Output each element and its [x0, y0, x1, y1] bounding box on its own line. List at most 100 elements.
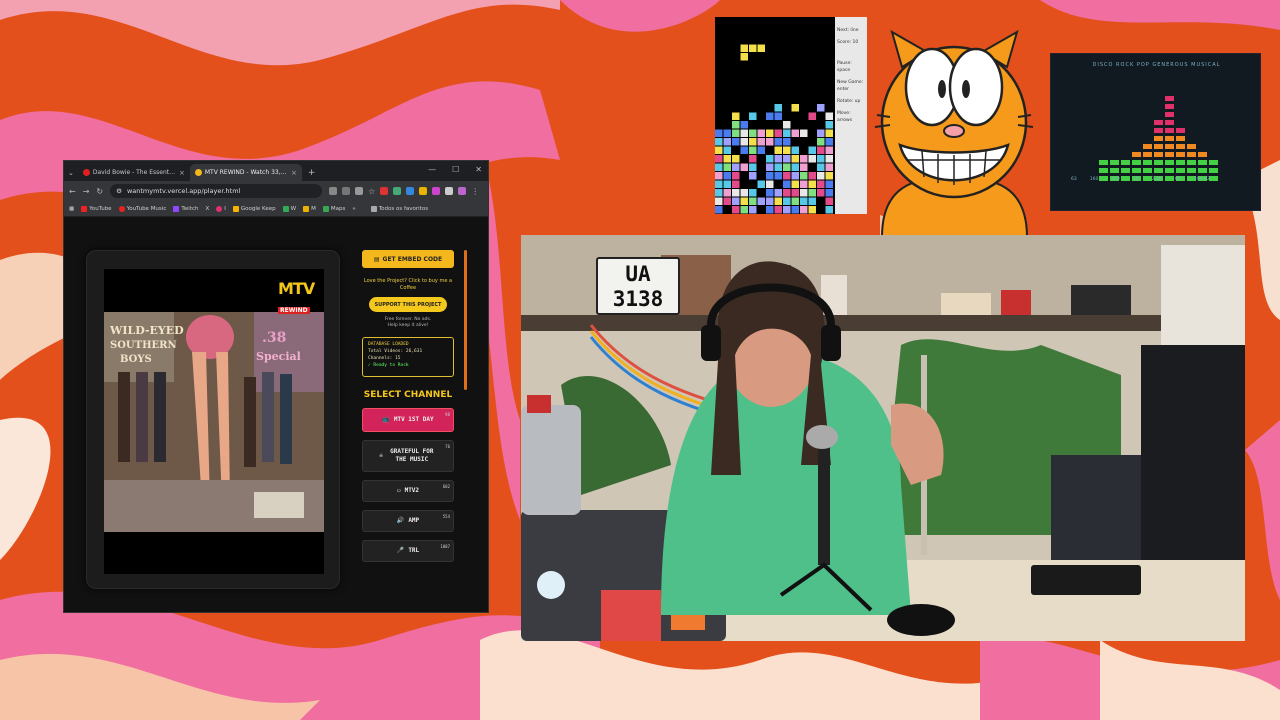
equalizer-segment — [1143, 168, 1152, 173]
bookmark-star-icon[interactable]: ☆ — [368, 187, 375, 196]
tetris-block — [817, 138, 825, 146]
video-frame-album-art: WILD-EYED SOUTHERN BOYS .38 Special — [104, 312, 324, 532]
tetris-block — [740, 189, 748, 197]
tab-search-icon[interactable]: ⌄ — [68, 169, 74, 177]
cast-icon[interactable] — [329, 187, 338, 195]
tetris-widget: Next: line Score: 10 Pause: space New Ga… — [715, 17, 867, 214]
equalizer-segment — [1154, 152, 1163, 157]
tab-mtv-rewind[interactable]: MTV REWIND - Watch 33,... × — [189, 164, 302, 181]
equalizer-segment — [1176, 128, 1185, 133]
address-toolbar: ← → ↻ ⚙ wantmymtv.vercel.app/player.html… — [64, 181, 488, 201]
tetris-board[interactable] — [715, 17, 835, 214]
bookmark-twitch[interactable]: Twitch — [173, 205, 199, 212]
get-embed-code-button[interactable]: ▤ GET EMBED CODE — [362, 250, 454, 268]
close-tab-icon[interactable]: × — [179, 169, 185, 177]
select-channel-heading: SELECT CHANNEL — [363, 390, 453, 400]
new-tab-button[interactable]: + — [308, 168, 316, 178]
equalizer-segment — [1165, 144, 1174, 149]
tetris-block — [715, 146, 723, 154]
tv-icon: 📺 — [382, 416, 390, 423]
minimize-icon[interactable]: — — [428, 165, 436, 174]
equalizer-segment — [1132, 168, 1141, 173]
tetris-block — [715, 138, 723, 146]
tetris-next: Next: line — [837, 28, 859, 33]
tetris-block — [825, 206, 833, 214]
db-total-videos: Total Videos: 26,631 — [368, 349, 423, 354]
tetris-block — [749, 206, 757, 214]
forward-icon[interactable]: → — [83, 187, 90, 196]
embed-button-label: GET EMBED CODE — [382, 255, 443, 263]
more-bookmarks-icon[interactable]: » — [352, 206, 355, 212]
tetris-block — [791, 180, 799, 188]
profile-avatar-icon[interactable] — [458, 187, 467, 195]
tetris-block — [732, 197, 740, 205]
equalizer-segment — [1132, 160, 1141, 165]
tetris-block — [825, 129, 833, 137]
bookmark-w[interactable]: W — [282, 205, 296, 212]
zoom-icon[interactable] — [342, 187, 351, 195]
bookmark-google-keep[interactable]: Google Keep — [232, 205, 276, 212]
bookmark-instagram[interactable]: I — [216, 205, 226, 212]
falling-piece-block — [740, 53, 748, 61]
address-bar[interactable]: ⚙ wantmymtv.vercel.app/player.html — [110, 184, 323, 198]
video-player[interactable]: WILD-EYED SOUTHERN BOYS .38 Special MTV … — [104, 269, 324, 574]
tab-david-bowie[interactable]: David Bowie - The Essential Tr... × — [78, 164, 190, 181]
channel-grateful-for-the-music[interactable]: ☠ GRATEFUL FOR THE MUSIC 76 — [362, 440, 454, 472]
apps-grid-icon[interactable]: ▦ — [69, 206, 74, 212]
equalizer-frequency-labels: 63 160 400 1K 2.5K 6K 16K HZ — [1071, 177, 1210, 182]
svg-text:Special: Special — [256, 350, 301, 363]
channel-amp[interactable]: 🔊 AMP 554 — [362, 510, 454, 532]
tetris-block — [808, 197, 816, 205]
close-tab-icon[interactable]: × — [291, 169, 297, 177]
support-project-button[interactable]: SUPPORT THIS PROJECT — [369, 297, 447, 312]
tetris-block — [757, 129, 765, 137]
tetris-block — [791, 206, 799, 214]
sidebar-scrollbar[interactable] — [464, 250, 467, 390]
freq-label: 1K — [1132, 177, 1139, 182]
tetris-block — [774, 155, 782, 163]
tetris-block — [800, 155, 808, 163]
channel-count: 1007 — [440, 544, 450, 549]
extension-purple-icon[interactable] — [432, 187, 441, 195]
tetris-block — [732, 189, 740, 197]
db-title: DATABASE LOADED — [368, 342, 409, 347]
bookmark-youtube-music[interactable]: YouTube Music — [118, 205, 166, 212]
license-plate-sign: UA 3138 — [596, 257, 680, 315]
tetris-newgame-help: New Game: enter — [837, 80, 864, 92]
extension-yellow-icon[interactable] — [419, 187, 428, 195]
equalizer-segment — [1198, 160, 1207, 165]
all-bookmarks-folder[interactable]: Todos os favoritos — [370, 205, 428, 212]
album-art-image: WILD-EYED SOUTHERN BOYS .38 Special — [104, 312, 324, 532]
bookmark-youtube[interactable]: YouTube — [81, 205, 112, 212]
site-info-icon[interactable]: ⚙ — [116, 187, 122, 195]
equalizer-segment — [1165, 128, 1174, 133]
extensions-icon[interactable] — [445, 187, 454, 195]
extension-red-icon[interactable] — [380, 187, 389, 195]
channel-mtv-1st-day[interactable]: 📺 MTV 1ST DAY 98 — [362, 408, 454, 432]
tetris-block — [783, 180, 791, 188]
maximize-icon[interactable]: ☐ — [452, 165, 459, 174]
equalizer-segment — [1154, 168, 1163, 173]
eye-off-icon[interactable] — [355, 187, 364, 195]
back-icon[interactable]: ← — [69, 187, 76, 196]
channel-trl[interactable]: 🎤 TRL 1007 — [362, 540, 454, 562]
tetris-block — [817, 129, 825, 137]
bookmark-m[interactable]: M — [303, 205, 316, 212]
equalizer-segment — [1165, 104, 1174, 109]
falling-piece-block — [749, 44, 757, 52]
tetris-block — [732, 180, 740, 188]
close-window-icon[interactable]: ✕ — [475, 165, 482, 174]
tetris-block — [817, 180, 825, 188]
tetris-block — [808, 180, 816, 188]
tetris-block — [749, 189, 757, 197]
extension-blue-icon[interactable] — [406, 187, 415, 195]
bookmark-x[interactable]: X — [206, 206, 210, 212]
channel-label: AMP — [408, 517, 420, 524]
equalizer-segment — [1110, 160, 1119, 165]
tetris-block — [808, 155, 816, 163]
extension-green-icon[interactable] — [393, 187, 402, 195]
menu-kebab-icon[interactable]: ⋮ — [471, 187, 479, 196]
reload-icon[interactable]: ↻ — [96, 187, 103, 196]
channel-mtv2[interactable]: ▭ MTV2 602 — [362, 480, 454, 502]
bookmark-maps[interactable]: Maps — [322, 205, 345, 212]
